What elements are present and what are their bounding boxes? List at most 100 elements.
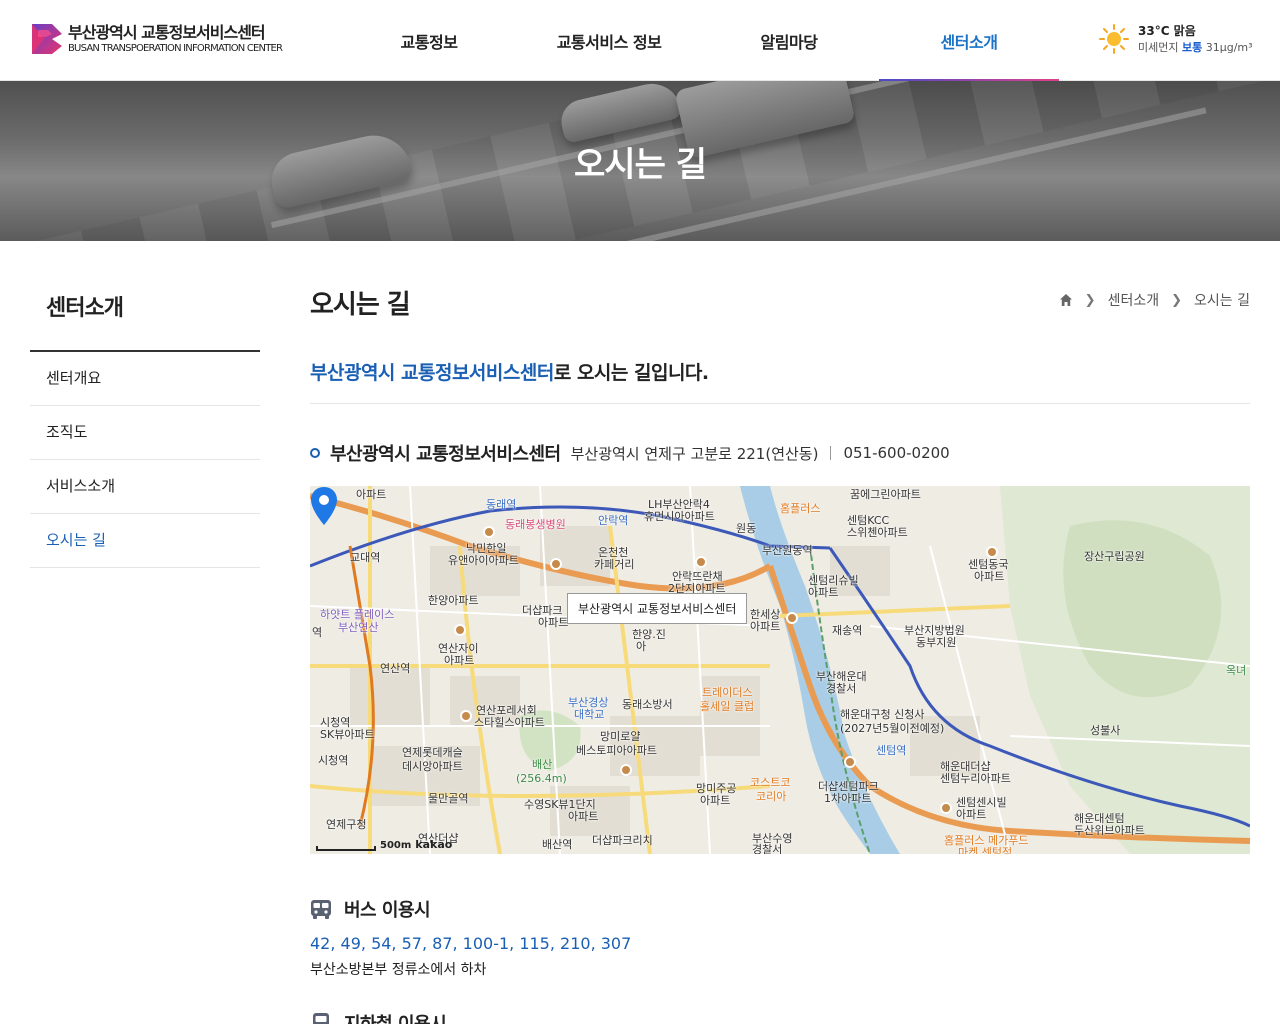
map-poi-marker xyxy=(483,526,495,538)
fine-dust-grade: 보통 xyxy=(1181,41,1203,54)
map-poi-marker xyxy=(844,756,856,768)
map-label-station: 센텀역 xyxy=(876,744,907,757)
map-label: 경찰서 xyxy=(752,843,783,854)
nav-traffic-info[interactable]: 교통정보 xyxy=(339,0,519,81)
map-label: 트레이더스 xyxy=(702,686,753,699)
logo-title-ko: 부산광역시 교통정보서비스센터 xyxy=(68,23,266,42)
breadcrumb-item-center[interactable]: 센터소개 xyxy=(1108,290,1160,310)
map-label-station: 배산역 xyxy=(542,838,573,851)
bus-stop-description: 부산소방본부 정류소에서 하차 xyxy=(310,962,487,978)
map-marker-tooltip[interactable]: 부산광역시 교통정보서비스센터 xyxy=(567,593,748,624)
map-label: 연제롯데캐슬 xyxy=(402,746,463,759)
site-logo[interactable]: 부산광역시 교통정보서비스센터 BUSAN TRANSPOERATION INF… xyxy=(30,22,283,56)
location-map[interactable]: 아파트 동래역 LH부산안락4 휴먼시아아파트 홈플러스 꿈에그린아파트 동래봉… xyxy=(310,486,1250,854)
map-location-pin-icon[interactable] xyxy=(310,486,338,526)
hero-title: 오시는 길 xyxy=(574,145,707,185)
bus-section-title: 버스 이용시 xyxy=(344,900,431,921)
map-label-station: 동래역 xyxy=(486,498,517,511)
bullet-icon xyxy=(310,448,320,458)
address-text: 부산광역시 연제구 고분로 221(연산동) xyxy=(570,444,819,463)
map-label: 홀세일 클럽 xyxy=(700,700,755,713)
map-poi-marker xyxy=(550,558,562,570)
chevron-right-icon: ❯ xyxy=(1084,292,1096,308)
bus-icon xyxy=(311,900,331,919)
map-poi-marker xyxy=(460,710,472,722)
map-label-station: 교대역 xyxy=(350,551,381,564)
site-header: 부산광역시 교통정보서비스센터 BUSAN TRANSPOERATION INF… xyxy=(0,0,1280,82)
logo-title-en: BUSAN TRANSPOERATION INFORMATION CENTER xyxy=(68,43,283,54)
intro-rest: 로 오시는 길입니다. xyxy=(553,362,709,384)
bus-route-list: 42, 49, 54, 57, 87, 100-1, 115, 210, 307 xyxy=(310,934,632,953)
address-separator xyxy=(830,446,832,460)
map-label: 유앤아이아파트 xyxy=(448,554,519,567)
map-label: 카페거리 xyxy=(594,558,635,571)
map-label-station: 연산역 xyxy=(380,662,411,675)
subway-section-title: 지하철 이용시 xyxy=(344,1010,447,1024)
map-label: 아 xyxy=(636,640,647,653)
fine-dust-status: 미세먼지 보통 31µg/m³ xyxy=(1138,40,1253,56)
map-label: 옥녀 xyxy=(1226,664,1247,677)
logo-mark-icon xyxy=(32,24,62,54)
map-label: 아파트 xyxy=(444,654,475,667)
map-poi-marker xyxy=(986,546,998,558)
map-label: 동부지원 xyxy=(916,636,957,649)
map-label: 더샵파크리치 xyxy=(592,834,653,847)
address-row: 부산광역시 교통정보서비스센터 부산광역시 연제구 고분로 221(연산동) 0… xyxy=(310,440,950,466)
map-scale-bar xyxy=(316,846,376,851)
map-poi-marker xyxy=(695,556,707,568)
main-navigation: 교통정보 교통서비스 정보 알림마당 센터소개 xyxy=(339,0,1059,82)
map-poi-marker xyxy=(940,802,952,814)
intro-highlight: 부산광역시 교통정보서비스센터 xyxy=(310,362,554,384)
map-label: 배산 xyxy=(532,758,553,771)
nav-center-intro[interactable]: 센터소개 xyxy=(879,0,1059,82)
map-label: (256.4m) xyxy=(516,772,567,785)
map-poi-marker xyxy=(620,764,632,776)
intro-text: 부산광역시 교통정보서비스센터로 오시는 길입니다. xyxy=(310,358,709,385)
map-scale: 500m kakao xyxy=(316,838,452,851)
map-label: 대학교 xyxy=(574,708,605,721)
sidebar-menu: 센터개요 조직도 서비스소개 오시는 길 xyxy=(30,350,260,568)
map-poi-marker xyxy=(786,612,798,624)
map-label: 코스트코 xyxy=(750,776,791,789)
map-label: 아파트 xyxy=(538,616,569,629)
map-label: 아파트 xyxy=(956,808,987,821)
map-label: 동래봉생병원 xyxy=(505,518,566,531)
sidebar-title: 센터소개 xyxy=(46,296,124,321)
nav-notice[interactable]: 알림마당 xyxy=(699,0,879,81)
map-provider-logo: kakao xyxy=(415,838,453,851)
map-label: 역 xyxy=(312,626,323,639)
map-label: 아파트 xyxy=(750,620,781,633)
weather-temperature: 33°C 맑음 xyxy=(1138,24,1196,38)
map-label: 아파트 xyxy=(356,488,387,501)
sidebar-item-directions[interactable]: 오시는 길 xyxy=(30,514,260,568)
map-label: 동래소방서 xyxy=(622,698,673,711)
sidebar-item-organization[interactable]: 조직도 xyxy=(30,406,260,460)
map-label: 원동 xyxy=(736,522,757,535)
map-label: (2027년5월이전예정) xyxy=(840,722,945,735)
sidebar-item-overview[interactable]: 센터개요 xyxy=(30,352,260,406)
map-label: 스위첸아파트 xyxy=(847,526,908,539)
map-label: 연제구청 xyxy=(326,818,367,831)
map-label-station: 물만골역 xyxy=(428,792,469,805)
map-label: 휴먼시아아파트 xyxy=(644,510,715,523)
hero-banner: 오시는 길 xyxy=(0,81,1280,241)
subway-icon xyxy=(313,1013,329,1024)
sidebar-item-services[interactable]: 서비스소개 xyxy=(30,460,260,514)
map-label: 마켓 센텀점 xyxy=(958,846,1013,854)
home-icon[interactable] xyxy=(1059,293,1073,307)
map-label-park: 장산구립공원 xyxy=(1084,550,1145,563)
fine-dust-label: 미세먼지 xyxy=(1138,41,1179,54)
place-name: 부산광역시 교통정보서비스센터 xyxy=(330,444,561,465)
map-label: 1차아파트 xyxy=(824,792,872,805)
map-label: 아파트 xyxy=(700,794,731,807)
breadcrumb: ❯ 센터소개 ❯ 오시는 길 xyxy=(1059,290,1250,310)
breadcrumb-item-current: 오시는 길 xyxy=(1194,293,1250,309)
map-label: 스타힐스아파트 xyxy=(474,716,545,729)
map-label: 성불사 xyxy=(1090,724,1121,737)
map-label-station: 재송역 xyxy=(832,624,863,637)
map-label: 하얏트 플레이스 xyxy=(320,608,395,621)
map-scale-label: 500m xyxy=(380,840,412,851)
bus-section-header: 버스 이용시 xyxy=(310,896,431,922)
map-label: 망미로얄 xyxy=(600,730,641,743)
nav-traffic-service-info[interactable]: 교통서비스 정보 xyxy=(519,0,699,81)
